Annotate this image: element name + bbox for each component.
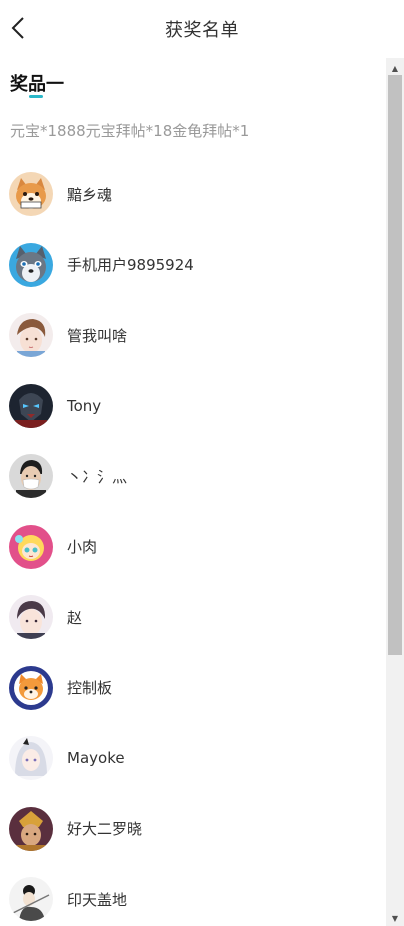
winner-name: 手机用户9895924	[67, 256, 194, 275]
anime-boy-avatar	[9, 595, 53, 640]
list-item[interactable]: 丶冫氵灬	[0, 441, 386, 512]
ink-warrior-avatar	[9, 877, 53, 922]
list-item[interactable]: 赵	[0, 582, 386, 653]
chevron-left-icon	[11, 17, 24, 39]
husky-dog-avatar	[9, 242, 53, 287]
anime-boy-avatar	[9, 313, 53, 358]
winner-list: 黯乡魂 手机用户9895924 管我叫啥 Tony 丶冫氵灬 小肉 赵 控制板 …	[0, 159, 386, 926]
winner-name: 丶冫氵灬	[67, 467, 128, 486]
winner-name: 小肉	[67, 538, 98, 557]
tab-prize-one[interactable]: 奖品一	[10, 70, 64, 96]
list-item[interactable]: 小肉	[0, 512, 386, 583]
list-item[interactable]: Tony	[0, 371, 386, 442]
winner-name: 好大二罗晓	[67, 820, 143, 839]
page-title: 获奖名单	[165, 20, 239, 41]
masked-man-avatar	[9, 454, 53, 499]
scroll-thumb[interactable]	[388, 75, 402, 655]
winner-name: 印天盖地	[67, 890, 128, 909]
list-item[interactable]: 好大二罗晓	[0, 794, 386, 865]
armored-hero-avatar	[9, 383, 53, 428]
vertical-scrollbar[interactable]: ▲ ▼	[386, 58, 404, 926]
anime-girl-avatar	[9, 736, 53, 781]
scroll-up-icon[interactable]: ▲	[386, 60, 404, 76]
shiba-dog-avatar	[9, 172, 53, 217]
cartoon-girl-avatar	[9, 524, 53, 569]
list-item[interactable]: Mayoke	[0, 723, 386, 794]
prize-description: 元宝*1888元宝拜帖*18金龟拜帖*1	[10, 122, 250, 140]
winner-name: 管我叫啥	[67, 326, 128, 345]
scroll-down-icon[interactable]: ▼	[386, 910, 404, 926]
list-item[interactable]: 印天盖地	[0, 864, 386, 926]
winner-content: 奖品一 元宝*1888元宝拜帖*18金龟拜帖*1 黯乡魂 手机用户9895924…	[0, 58, 386, 926]
list-item[interactable]: 手机用户9895924	[0, 230, 386, 301]
top-bar: 获奖名单	[0, 0, 404, 58]
list-item[interactable]: 管我叫啥	[0, 300, 386, 371]
warrior-avatar	[9, 806, 53, 851]
back-button[interactable]	[6, 13, 30, 43]
winner-name: 黯乡魂	[67, 185, 113, 204]
winner-name: Mayoke	[67, 749, 125, 768]
winner-name: 赵	[67, 608, 83, 627]
list-item[interactable]: 黯乡魂	[0, 159, 386, 230]
tab-active-indicator	[29, 95, 43, 98]
fox-avatar	[9, 665, 53, 710]
winner-name: 控制板	[67, 679, 113, 698]
list-item[interactable]: 控制板	[0, 653, 386, 724]
winner-name: Tony	[67, 396, 102, 415]
